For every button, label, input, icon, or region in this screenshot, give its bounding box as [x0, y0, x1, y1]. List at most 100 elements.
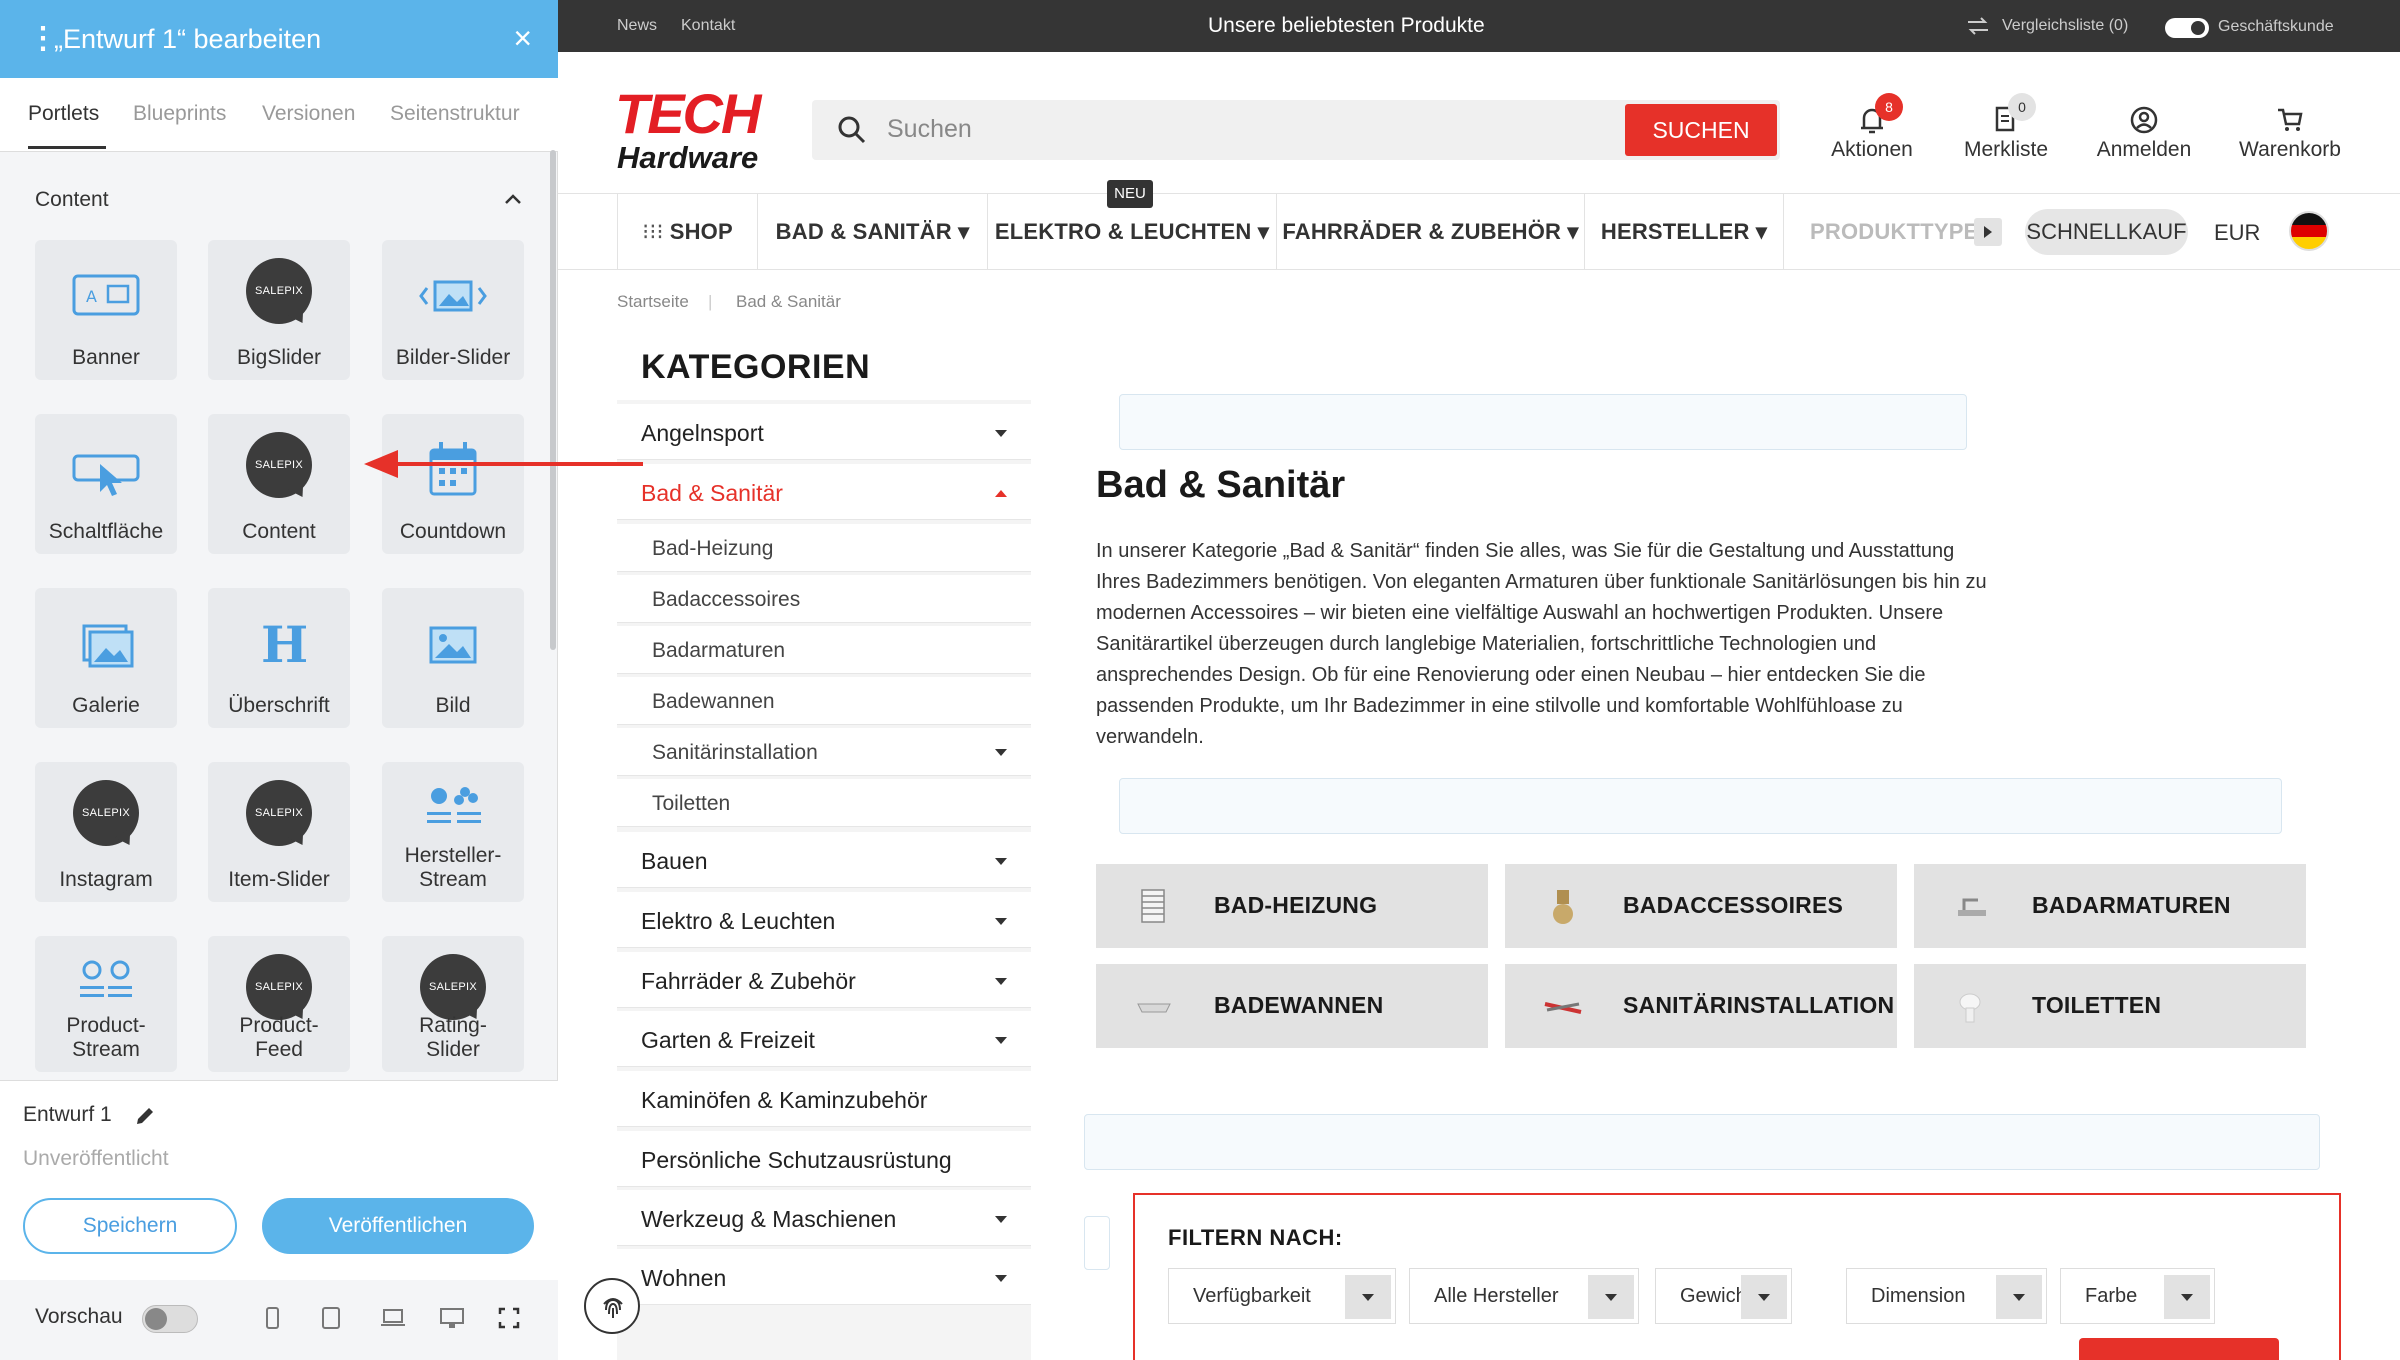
caret-down-icon[interactable]: [995, 749, 1007, 756]
more-filters-button[interactable]: [2079, 1338, 2279, 1360]
subcategory-tile[interactable]: BAD-HEIZUNG: [1096, 864, 1488, 948]
cart-label[interactable]: Warenkorb: [2231, 138, 2349, 162]
close-editor-button[interactable]: ×: [513, 20, 532, 57]
tab-blueprints[interactable]: Blueprints: [133, 102, 226, 126]
tab-portlets[interactable]: Portlets: [28, 102, 99, 126]
nav-hersteller[interactable]: HERSTELLER ▾: [1584, 194, 1784, 270]
publish-button[interactable]: Veröffentlichen: [262, 1198, 534, 1254]
empty-portlet-slot[interactable]: [1119, 394, 1967, 450]
category-item[interactable]: Bauen: [617, 832, 1031, 888]
desktop-icon[interactable]: [437, 1303, 467, 1333]
nav-bad-sanitaer[interactable]: BAD & SANITÄR ▾: [757, 194, 987, 270]
filter-dimension[interactable]: Dimension: [1846, 1268, 2047, 1324]
portlet-instagram[interactable]: SALEPIX Instagram: [35, 762, 177, 902]
category-item[interactable]: Elektro & Leuchten: [617, 892, 1031, 948]
chevron-down-icon[interactable]: [1741, 1275, 1787, 1319]
save-button[interactable]: Speichern: [23, 1198, 237, 1254]
subcategory-tile[interactable]: BADARMATUREN: [1914, 864, 2306, 948]
nav-shop[interactable]: ⁝⁝⁝ SHOP: [617, 194, 757, 270]
chevron-up-icon[interactable]: [500, 186, 526, 212]
subcategory-tile[interactable]: BADEWANNEN: [1096, 964, 1488, 1048]
portlet-bigslider[interactable]: SALEPIX BigSlider: [208, 240, 350, 380]
portlet-bilder-slider[interactable]: Bilder-Slider: [382, 240, 524, 380]
category-item[interactable]: Werkzeug & Maschienen: [617, 1190, 1031, 1246]
caret-up-icon[interactable]: [995, 490, 1007, 497]
wishlist-label[interactable]: Merkliste: [1960, 138, 2052, 162]
editor-scrollbar[interactable]: [550, 150, 556, 650]
nav-fahrraeder-zubehoer[interactable]: FAHRRÄDER & ZUBEHÖR ▾: [1276, 194, 1584, 270]
portlet-rating-slider[interactable]: SALEPIX Rating-Slider: [382, 936, 524, 1072]
tablet-icon[interactable]: [316, 1303, 346, 1333]
empty-portlet-slot[interactable]: [1119, 778, 2282, 834]
subcategory-tile[interactable]: BADACCESSOIRES: [1505, 864, 1897, 948]
promo-text[interactable]: Unsere beliebtesten Produkte: [1208, 14, 1485, 38]
laptop-icon[interactable]: [378, 1303, 408, 1333]
caret-down-icon[interactable]: [995, 1037, 1007, 1044]
chevron-down-icon[interactable]: [1996, 1275, 2042, 1319]
quickbuy-button[interactable]: SCHNELLKAUF: [2025, 209, 2188, 255]
subcategory-item[interactable]: Toiletten: [617, 779, 1031, 827]
empty-portlet-slot[interactable]: [1084, 1216, 1110, 1270]
actions-label[interactable]: Aktionen: [1829, 138, 1915, 162]
news-link[interactable]: News: [617, 17, 657, 35]
filter-manufacturer[interactable]: Alle Hersteller: [1409, 1268, 1639, 1324]
phone-icon[interactable]: [257, 1303, 287, 1333]
filter-weight[interactable]: Gewicht: [1655, 1268, 1792, 1324]
business-toggle[interactable]: [2165, 18, 2209, 38]
breadcrumb-home[interactable]: Startseite: [617, 292, 689, 312]
category-item-active[interactable]: Bad & Sanitär: [617, 464, 1031, 520]
subcategory-item[interactable]: Badewannen: [617, 677, 1031, 725]
preview-toggle[interactable]: [142, 1305, 198, 1333]
filter-color[interactable]: Farbe: [2060, 1268, 2215, 1324]
portlet-product-stream[interactable]: Product-Stream: [35, 936, 177, 1072]
category-item[interactable]: Garten & Freizeit: [617, 1011, 1031, 1067]
subcategory-item[interactable]: Sanitärinstallation: [617, 728, 1031, 776]
search-button[interactable]: SUCHEN: [1625, 104, 1777, 156]
fullscreen-icon[interactable]: [494, 1303, 524, 1333]
caret-down-icon[interactable]: [995, 1216, 1007, 1223]
category-item[interactable]: Fahrräder & Zubehör: [617, 952, 1031, 1008]
scroll-right-arrow[interactable]: [1974, 218, 2002, 246]
empty-portlet-slot[interactable]: [1084, 1114, 2320, 1170]
category-item[interactable]: Persönliche Schutzausrüstung: [617, 1131, 1031, 1187]
caret-down-icon[interactable]: [995, 918, 1007, 925]
contact-link[interactable]: Kontakt: [681, 17, 735, 35]
category-item[interactable]: Angelnsport: [617, 404, 1031, 460]
portlet-product-feed[interactable]: SALEPIX Product-Feed: [208, 936, 350, 1072]
subcategory-item[interactable]: Badaccessoires: [617, 575, 1031, 623]
portlet-content[interactable]: SALEPIX Content: [208, 414, 350, 554]
portlet-ueberschrift[interactable]: H Überschrift: [208, 588, 350, 728]
caret-down-icon[interactable]: [995, 978, 1007, 985]
category-item[interactable]: Wohnen: [617, 1249, 1031, 1305]
portlet-galerie[interactable]: Galerie: [35, 588, 177, 728]
subcategory-tile[interactable]: TOILETTEN: [1914, 964, 2306, 1048]
tab-seitenstruktur[interactable]: Seitenstruktur: [390, 102, 520, 126]
logo-hardware[interactable]: Hardware: [617, 140, 758, 176]
filter-availability[interactable]: Verfügbarkeit: [1168, 1268, 1396, 1324]
portlet-item-slider[interactable]: SALEPIX Item-Slider: [208, 762, 350, 902]
german-flag-icon[interactable]: [2288, 210, 2330, 252]
caret-down-icon[interactable]: [995, 858, 1007, 865]
pencil-icon[interactable]: [133, 1104, 157, 1128]
user-icon[interactable]: [2124, 100, 2164, 140]
chevron-down-icon[interactable]: [1345, 1275, 1391, 1319]
caret-down-icon[interactable]: [995, 430, 1007, 437]
subcategory-tile[interactable]: SANITÄRINSTALLATION: [1505, 964, 1897, 1048]
subcategory-item[interactable]: Badarmaturen: [617, 626, 1031, 674]
login-label[interactable]: Anmelden: [2094, 138, 2194, 162]
portlet-schaltflaeche[interactable]: Schaltfläche: [35, 414, 177, 554]
chevron-down-icon[interactable]: [1588, 1275, 1634, 1319]
chevron-down-icon[interactable]: [2164, 1275, 2210, 1319]
subcategory-item[interactable]: Bad-Heizung: [617, 524, 1031, 572]
compare-link[interactable]: Vergleichsliste (0): [2002, 17, 2128, 35]
portlet-bild[interactable]: Bild: [382, 588, 524, 728]
search-input[interactable]: Suchen: [887, 115, 972, 144]
cart-icon[interactable]: [2270, 100, 2310, 140]
fingerprint-button[interactable]: [584, 1278, 640, 1334]
tab-versionen[interactable]: Versionen: [262, 102, 355, 126]
portlet-countdown[interactable]: Countdown: [382, 414, 524, 554]
nav-produkttypen[interactable]: PRODUKTTYPEN: [1810, 194, 1994, 270]
currency-selector[interactable]: EUR: [2214, 220, 2260, 246]
portlet-hersteller-stream[interactable]: Hersteller-Stream: [382, 762, 524, 902]
category-item[interactable]: Kaminöfen & Kaminzubehör: [617, 1071, 1031, 1127]
